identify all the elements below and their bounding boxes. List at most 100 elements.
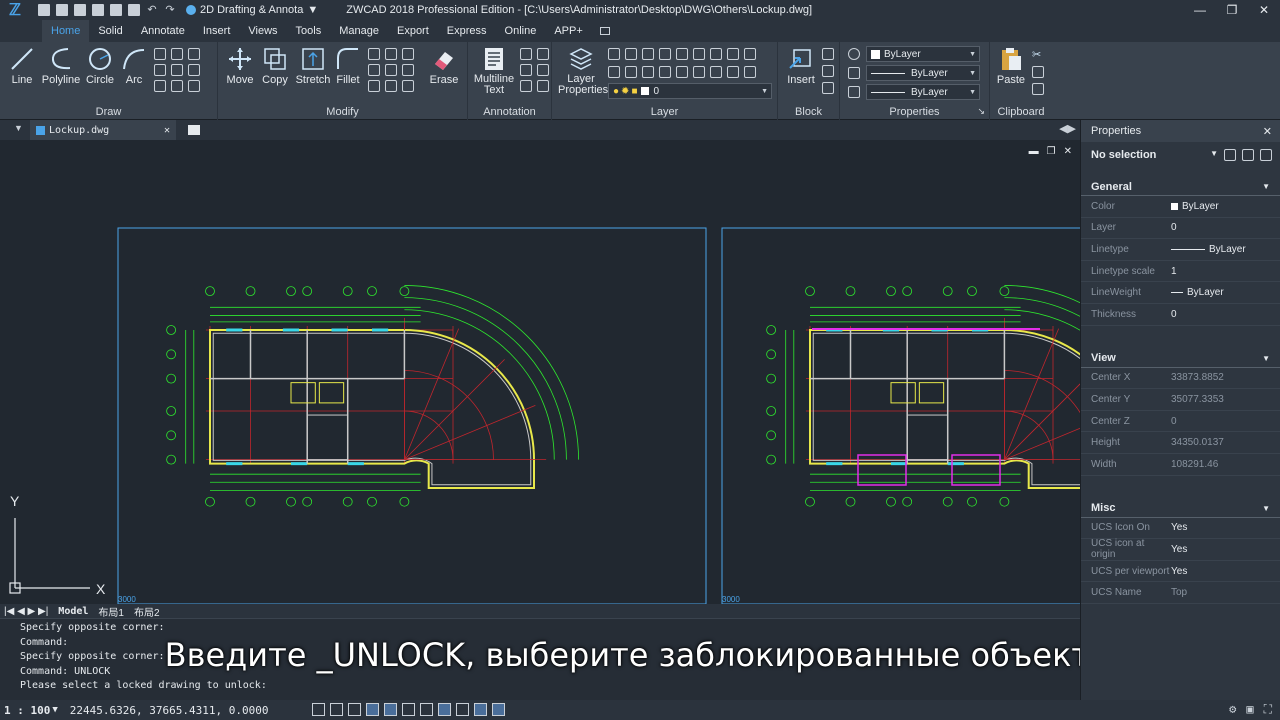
layout-nav-icon[interactable]: |◀ ◀ ▶ ▶| xyxy=(4,606,48,617)
viewport-minimize-button[interactable]: ▬ xyxy=(1029,146,1039,157)
workspace-selector[interactable]: 2D Drafting & Annota ▼ xyxy=(186,4,318,16)
prop-row-height[interactable]: Height 34350.0137 xyxy=(1081,432,1280,454)
save-as-icon[interactable] xyxy=(92,4,104,16)
layer-isolate-icon[interactable] xyxy=(625,48,637,60)
move-button[interactable]: Move xyxy=(220,46,260,86)
arc-button[interactable]: Arc xyxy=(114,46,154,86)
viewport-restore-button[interactable]: ❐ xyxy=(1047,146,1056,157)
linetype-icon[interactable] xyxy=(848,67,860,79)
prop-row-ucs-icon-origin[interactable]: UCS icon at origin Yes xyxy=(1081,538,1280,561)
line-button[interactable]: Line xyxy=(2,46,42,86)
misc-section-header[interactable]: Misc ▼ xyxy=(1081,500,1280,518)
new-tab-icon[interactable] xyxy=(188,125,200,135)
drawing-canvas[interactable]: ▬ ❐ ✕ YX 3000 3000 xyxy=(0,140,1080,604)
prop-row-ucs-per-viewport[interactable]: UCS per viewport Yes xyxy=(1081,561,1280,583)
multiline-text-button[interactable]: Multiline Text xyxy=(472,46,516,96)
layer-match-icon[interactable] xyxy=(676,48,688,60)
match-properties-icon[interactable] xyxy=(848,48,860,60)
prop-row-linetype[interactable]: Linetype ByLayer xyxy=(1081,239,1280,261)
insert-block-button[interactable]: Insert xyxy=(782,46,820,86)
toggle-pickadd-icon[interactable] xyxy=(1224,149,1236,161)
table-dropdown-icon[interactable] xyxy=(537,80,549,92)
layer-properties-button[interactable]: Layer Properties xyxy=(558,46,608,96)
open-folder-icon[interactable] xyxy=(56,4,68,16)
fillet-button[interactable]: Fillet xyxy=(328,46,368,86)
viewport-close-button[interactable]: ✕ xyxy=(1064,146,1072,157)
tab-layout-1[interactable]: 布局1 xyxy=(98,604,124,619)
osnap-toggle-icon[interactable] xyxy=(384,703,397,716)
rectangle-icon[interactable] xyxy=(154,48,166,60)
hatch-icon[interactable] xyxy=(154,64,166,76)
app-logo-icon[interactable]: ℤ xyxy=(0,0,30,20)
command-prompt-line[interactable]: Please select a locked drawing to unlock… xyxy=(20,679,1080,694)
layer-lock-icon[interactable] xyxy=(659,48,671,60)
restore-button[interactable]: ❐ xyxy=(1216,0,1248,20)
tab-solid[interactable]: Solid xyxy=(89,20,131,42)
tab-menu-icon[interactable]: ▼ xyxy=(14,123,23,133)
tab-manage[interactable]: Manage xyxy=(330,20,388,42)
prop-row-center-y[interactable]: Center Y 35077.3353 xyxy=(1081,389,1280,411)
leader-icon[interactable] xyxy=(520,64,532,76)
polyline-button[interactable]: Polyline xyxy=(40,46,82,86)
prop-row-lineweight[interactable]: LineWeight ByLayer xyxy=(1081,282,1280,304)
quick-select-icon[interactable] xyxy=(1260,149,1272,161)
prop-row-layer[interactable]: Layer 0 xyxy=(1081,218,1280,240)
settings-gear-icon[interactable]: ⚙ xyxy=(1229,702,1236,717)
prop-row-thickness[interactable]: Thickness 0 xyxy=(1081,304,1280,326)
layer-previous-icon[interactable] xyxy=(693,48,705,60)
paste-button[interactable]: Paste xyxy=(992,46,1030,86)
copy-base-icon[interactable] xyxy=(1032,83,1044,95)
close-button[interactable]: ✕ xyxy=(1248,0,1280,20)
layer-delete-icon[interactable] xyxy=(744,48,756,60)
dim-dropdown-icon[interactable] xyxy=(537,48,549,60)
scale-dropdown-icon[interactable]: ▼ xyxy=(52,705,57,715)
break-icon[interactable] xyxy=(385,80,397,92)
prop-row-center-z[interactable]: Center Z 0 xyxy=(1081,411,1280,433)
prop-row-center-x[interactable]: Center X 33873.8852 xyxy=(1081,368,1280,390)
table-icon[interactable] xyxy=(520,80,532,92)
trim-icon[interactable] xyxy=(368,48,380,60)
tab-online[interactable]: Online xyxy=(496,20,546,42)
linetype-dropdown[interactable]: ByLayer xyxy=(866,65,980,81)
tab-scroll-icon[interactable]: ◀▶ xyxy=(1059,122,1076,135)
general-section-header[interactable]: General ▼ xyxy=(1081,178,1280,196)
new-file-icon[interactable] xyxy=(38,4,50,16)
region-icon[interactable] xyxy=(154,80,166,92)
document-tab-close-button[interactable]: ✕ xyxy=(164,125,170,136)
view-section-header[interactable]: View ▼ xyxy=(1081,350,1280,368)
layer-on-icon[interactable] xyxy=(693,66,705,78)
lineweight-icon[interactable] xyxy=(848,86,860,98)
cad-drawing[interactable]: YX xyxy=(0,140,1080,604)
prop-row-color[interactable]: Color ByLayer xyxy=(1081,196,1280,218)
fullscreen-icon[interactable]: ⛶ xyxy=(1264,702,1272,717)
otrack-toggle-icon[interactable] xyxy=(402,703,415,716)
tab-home[interactable]: Home xyxy=(42,20,90,42)
array-icon[interactable] xyxy=(402,64,414,76)
erase-button[interactable]: Erase xyxy=(424,46,464,86)
properties-close-button[interactable]: ✕ xyxy=(1263,125,1272,138)
layer-change-icon[interactable] xyxy=(642,66,654,78)
layer-current-icon[interactable] xyxy=(608,66,620,78)
tab-export[interactable]: Export xyxy=(388,20,438,42)
layer-copy-icon[interactable] xyxy=(625,66,637,78)
tab-views[interactable]: Views xyxy=(239,20,286,42)
layer-freeze-icon[interactable] xyxy=(642,48,654,60)
layer-thaw-icon[interactable] xyxy=(710,66,722,78)
leader-dropdown-icon[interactable] xyxy=(537,64,549,76)
selection-dropdown[interactable]: No selection ▼ xyxy=(1081,142,1280,168)
lineweight-toggle-icon[interactable] xyxy=(420,703,433,716)
explode-icon[interactable] xyxy=(368,80,380,92)
select-objects-icon[interactable] xyxy=(1242,149,1254,161)
tab-express[interactable]: Express xyxy=(438,20,496,42)
tab-tools[interactable]: Tools xyxy=(287,20,331,42)
snap-toggle-icon[interactable] xyxy=(312,703,325,716)
donut-icon[interactable] xyxy=(188,80,200,92)
prop-row-ucs-icon-on[interactable]: UCS Icon On Yes xyxy=(1081,518,1280,540)
grid-toggle-icon[interactable] xyxy=(330,703,343,716)
prop-row-linetype-scale[interactable]: Linetype scale 1 xyxy=(1081,261,1280,283)
layer-merge-icon[interactable] xyxy=(727,48,739,60)
boundary-icon[interactable] xyxy=(171,80,183,92)
cut-icon[interactable]: ✂ xyxy=(1032,48,1044,61)
document-tab-lockup[interactable]: Lockup.dwg ✕ xyxy=(30,120,176,140)
ribbon-toggle-icon[interactable] xyxy=(599,27,610,35)
